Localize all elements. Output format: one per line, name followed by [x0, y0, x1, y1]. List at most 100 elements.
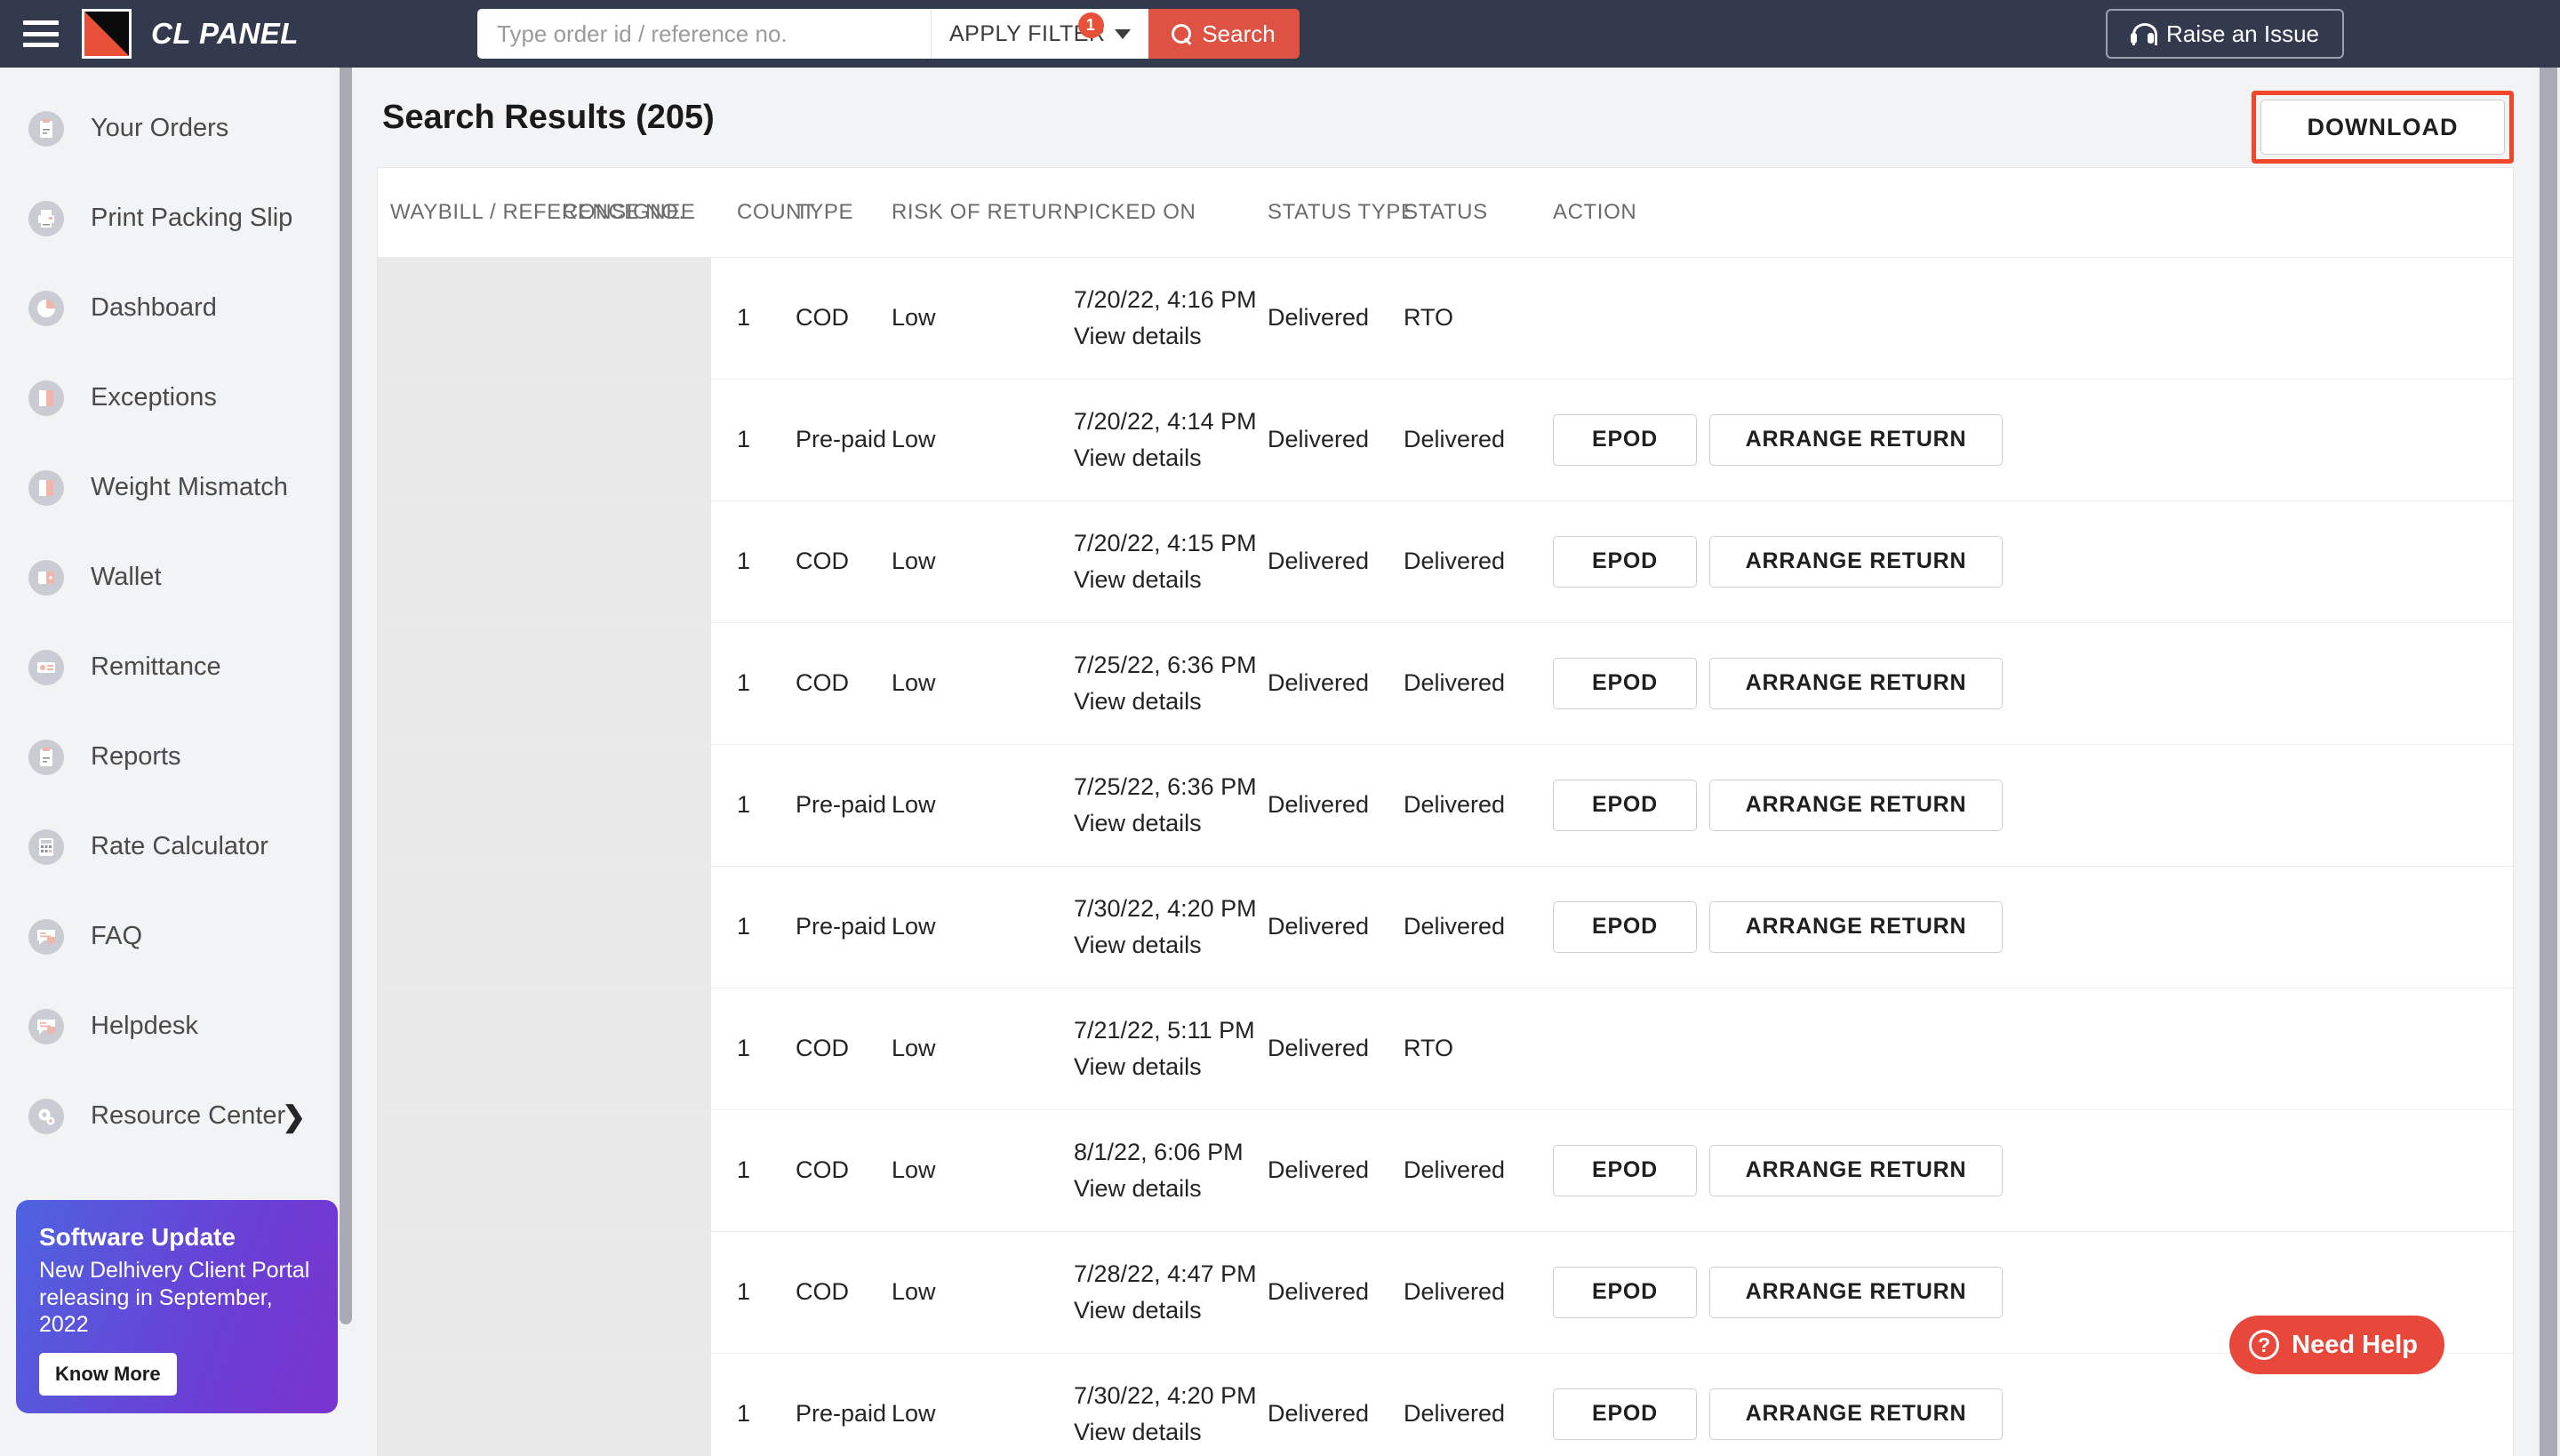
picked-on-date: 7/30/22, 4:20 PM	[1074, 1381, 1257, 1409]
epod-button[interactable]: EPOD	[1553, 1266, 1697, 1318]
download-button[interactable]: DOWNLOAD	[2260, 100, 2505, 155]
sidebar-item-wallet[interactable]: Wallet	[0, 532, 352, 622]
box-icon	[28, 469, 64, 506]
cell-count: 1	[737, 1108, 796, 1231]
page-scrollbar-thumb[interactable]	[2540, 68, 2557, 1456]
column-header-status-type: STATUS TYPE	[1268, 199, 1416, 224]
sidebar-nav-list: Your Orders Print Packing Slip Dashboard Ex…	[0, 68, 352, 1161]
cell-count: 1	[737, 987, 796, 1109]
column-header-action: ACTION	[1553, 199, 1637, 224]
sidebar-item-print-packing-slip[interactable]: Print Packing Slip	[0, 173, 352, 263]
cell-risk-of-return: Low	[892, 1352, 1074, 1456]
cell-status-type: Delivered	[1268, 1352, 1404, 1456]
view-details-link[interactable]: View details	[1074, 445, 1268, 470]
arrange-return-button[interactable]: ARRANGE RETURN	[1709, 1144, 2003, 1196]
cell-status: RTO	[1404, 987, 1553, 1109]
cell-waybill	[378, 1108, 563, 1231]
cell-picked-on: 7/25/22, 6:36 PM View details	[1074, 743, 1268, 866]
cell-action: EPOD ARRANGE RETURN	[1553, 378, 2513, 500]
cell-type: COD	[796, 500, 892, 622]
top-bar: CL PANEL APPLY FILTER 1 Search Raise an …	[0, 0, 2560, 68]
software-update-promo-card: Software Update New Delhivery Client Por…	[16, 1200, 338, 1413]
arrange-return-button[interactable]: ARRANGE RETURN	[1709, 779, 2003, 831]
search-input[interactable]	[477, 9, 931, 59]
view-details-link[interactable]: View details	[1074, 324, 1268, 348]
redacted-consignee	[563, 1231, 711, 1353]
cell-picked-on: 7/30/22, 4:20 PM View details	[1074, 865, 1268, 988]
cell-waybill	[378, 1230, 563, 1353]
gear-icon	[28, 1098, 64, 1134]
sidebar-item-helpdesk[interactable]: Helpdesk	[0, 981, 352, 1071]
sidebar-item-label: Weight Mismatch	[91, 473, 288, 501]
sidebar-item-remittance[interactable]: Remittance	[0, 622, 352, 712]
cell-consignee	[563, 987, 737, 1109]
view-details-link[interactable]: View details	[1074, 1054, 1268, 1079]
search-button-label: Search	[1202, 20, 1276, 47]
arrange-return-button[interactable]: ARRANGE RETURN	[1709, 657, 2003, 709]
redacted-consignee	[563, 379, 711, 500]
page-title: Search Results (205)	[382, 98, 715, 136]
arrange-return-button[interactable]: ARRANGE RETURN	[1709, 413, 2003, 466]
know-more-button[interactable]: Know More	[39, 1352, 177, 1396]
cell-action: EPOD ARRANGE RETURN	[1553, 621, 2513, 744]
cell-consignee	[563, 865, 737, 988]
action-buttons: EPOD ARRANGE RETURN	[1553, 1266, 2513, 1318]
sidebar-scrollbar-thumb[interactable]	[340, 0, 352, 1324]
view-details-link[interactable]: View details	[1074, 689, 1268, 714]
action-buttons: EPOD ARRANGE RETURN	[1553, 779, 2513, 831]
chevron-right-icon[interactable]: ❯	[282, 1102, 306, 1131]
sidebar-item-reports[interactable]: Reports	[0, 712, 352, 802]
cell-action: EPOD ARRANGE RETURN	[1553, 1108, 2513, 1231]
arrange-return-button[interactable]: ARRANGE RETURN	[1709, 1266, 2003, 1318]
redacted-consignee	[563, 1109, 711, 1231]
sidebar-item-faq[interactable]: FAQ	[0, 892, 352, 981]
column-header-waybill-reference-no: WAYBILL / REFERENCE NO.	[390, 199, 685, 224]
arrange-return-button[interactable]: ARRANGE RETURN	[1709, 900, 2003, 953]
headset-icon	[2131, 23, 2158, 45]
chevron-down-icon	[1114, 28, 1131, 39]
sidebar-item-label: Print Packing Slip	[91, 204, 293, 232]
sidebar-item-exceptions[interactable]: Exceptions	[0, 353, 352, 443]
redacted-waybill	[378, 988, 563, 1109]
cell-type: Pre-paid	[796, 378, 892, 500]
sidebar-item-dashboard[interactable]: Dashboard	[0, 263, 352, 353]
view-details-link[interactable]: View details	[1074, 567, 1268, 592]
table-row: 1 Pre-paid Low 7/25/22, 6:36 PM View details…	[378, 743, 2513, 866]
sidebar-item-rate-calculator[interactable]: Rate Calculator	[0, 802, 352, 892]
apply-filter-button[interactable]: APPLY FILTER 1	[931, 9, 1148, 59]
raise-issue-button[interactable]: Raise an Issue	[2106, 9, 2344, 59]
epod-button[interactable]: EPOD	[1553, 779, 1697, 831]
epod-button[interactable]: EPOD	[1553, 657, 1697, 709]
cell-consignee	[563, 743, 737, 866]
cell-status-type: Delivered	[1268, 865, 1404, 988]
view-details-link[interactable]: View details	[1074, 1176, 1268, 1201]
view-details-link[interactable]: View details	[1074, 1420, 1268, 1444]
sidebar-item-your-orders[interactable]: Your Orders	[0, 84, 352, 173]
arrange-return-button[interactable]: ARRANGE RETURN	[1709, 1388, 2003, 1440]
printer-icon	[28, 200, 64, 236]
view-details-link[interactable]: View details	[1074, 1298, 1268, 1323]
table-body: 1 COD Low 7/20/22, 4:16 PM View details Deliv…	[378, 256, 2513, 1456]
epod-button[interactable]: EPOD	[1553, 535, 1697, 588]
cell-type: COD	[796, 987, 892, 1109]
cell-risk-of-return: Low	[892, 378, 1074, 500]
view-details-link[interactable]: View details	[1074, 932, 1268, 957]
redacted-consignee	[563, 1353, 711, 1456]
sidebar-item-weight-mismatch[interactable]: Weight Mismatch	[0, 443, 352, 532]
column-header-count: COUNT	[737, 199, 816, 224]
need-help-button[interactable]: ? Need Help	[2229, 1316, 2444, 1374]
sidebar: Your Orders Print Packing Slip Dashboard Ex…	[0, 68, 352, 1456]
cell-status-type: Delivered	[1268, 256, 1404, 379]
need-help-label: Need Help	[2292, 1330, 2418, 1359]
epod-button[interactable]: EPOD	[1553, 1388, 1697, 1440]
hamburger-menu-icon[interactable]	[23, 20, 59, 47]
view-details-link[interactable]: View details	[1074, 811, 1268, 836]
epod-button[interactable]: EPOD	[1553, 900, 1697, 953]
epod-button[interactable]: EPOD	[1553, 1144, 1697, 1196]
epod-button[interactable]: EPOD	[1553, 413, 1697, 466]
search-button[interactable]: Search	[1148, 9, 1300, 59]
arrange-return-button[interactable]: ARRANGE RETURN	[1709, 535, 2003, 588]
sidebar-item-resource-center[interactable]: Resource Center ❯	[0, 1071, 352, 1161]
cell-waybill	[378, 500, 563, 622]
sidebar-item-label: FAQ	[91, 922, 143, 950]
